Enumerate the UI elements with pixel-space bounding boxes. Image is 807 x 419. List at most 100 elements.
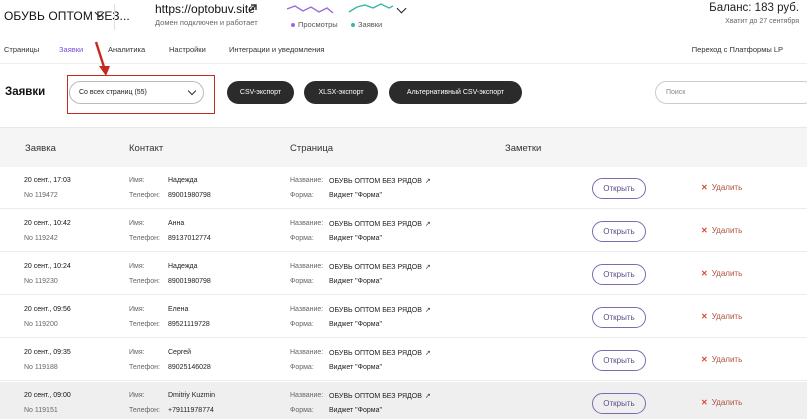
contact-phone: 89521119728	[168, 321, 210, 328]
close-icon: ✕	[701, 398, 708, 407]
stats-chevron-icon[interactable]	[396, 3, 407, 14]
page-title-label: Название:	[290, 263, 324, 270]
balance-sub-text: Хватит до 27 сентября	[725, 18, 799, 25]
lead-number: No 119230	[24, 278, 58, 285]
form-name: Виджет "Форма"	[329, 321, 382, 328]
contact-name: Надежда	[168, 177, 198, 184]
page-title: Заявки	[5, 86, 46, 98]
page-name: ОБУВЬ ОПТОМ БЕЗ РЯДОВ	[329, 307, 422, 314]
page-name: ОБУВЬ ОПТОМ БЕЗ РЯДОВ	[329, 178, 422, 185]
table-row[interactable]: 20 сент., 10:24 No 119230 Имя: Телефон: Наде…	[0, 253, 807, 295]
table-header: Заявка Контакт Страница Заметки	[0, 127, 807, 167]
close-icon: ✕	[701, 269, 708, 278]
form-name: Виджет "Форма"	[329, 235, 382, 242]
lead-date: 20 сент., 09:00	[24, 392, 71, 399]
page-name: ОБУВЬ ОПТОМ БЕЗ РЯДОВ	[329, 221, 422, 228]
page-title-label: Название:	[290, 220, 324, 227]
site-title[interactable]: ОБУВЬ ОПТОМ БЕЗ...	[4, 9, 130, 23]
page-link[interactable]: ОБУВЬ ОПТОМ БЕЗ РЯДОВ ↗	[329, 177, 431, 185]
open-lead-button[interactable]: Открыть	[592, 307, 646, 328]
external-link-icon: ↗	[424, 221, 431, 228]
legend-leads: Заявки	[351, 20, 382, 29]
contact-phone: 89137012774	[168, 235, 211, 242]
table-row[interactable]: 20 сент., 09:56 No 119200 Имя: Телефон: Елен…	[0, 296, 807, 338]
column-header-page: Страница	[290, 143, 334, 154]
alt-csv-export-button[interactable]: Альтернативный CSV-экспорт	[389, 81, 522, 104]
tab-settings[interactable]: Настройки	[169, 45, 206, 54]
page-link[interactable]: ОБУВЬ ОПТОМ БЕЗ РЯДОВ ↗	[329, 220, 431, 228]
lead-date: 20 сент., 17:03	[24, 177, 71, 184]
lead-number: No 119472	[24, 192, 58, 199]
header-divider	[114, 4, 115, 30]
page-name: ОБУВЬ ОПТОМ БЕЗ РЯДОВ	[329, 350, 422, 357]
platform-lp-link[interactable]: Переход с Платформы LP	[692, 45, 783, 54]
lead-number: No 119188	[24, 364, 58, 371]
name-label: Имя:	[129, 220, 145, 227]
phone-label: Телефон:	[129, 235, 160, 242]
page-title-label: Название:	[290, 392, 324, 399]
delete-lead-button[interactable]: ✕ Удалить	[701, 183, 742, 192]
table-row[interactable]: 20 сент., 17:03 No 119472 Имя: Телефон: Наде…	[0, 167, 807, 209]
lead-date: 20 сент., 10:24	[24, 263, 71, 270]
page-link[interactable]: ОБУВЬ ОПТОМ БЕЗ РЯДОВ ↗	[329, 349, 431, 357]
delete-label: Удалить	[711, 269, 743, 278]
table-row[interactable]: 20 сент., 10:42 No 119242 Имя: Телефон: Анна…	[0, 210, 807, 252]
form-label: Форма:	[290, 321, 314, 328]
page-name: ОБУВЬ ОПТОМ БЕЗ РЯДОВ	[329, 264, 422, 271]
delete-label: Удалить	[711, 183, 743, 192]
page-link[interactable]: ОБУВЬ ОПТОМ БЕЗ РЯДОВ ↗	[329, 306, 431, 314]
csv-export-button[interactable]: CSV-экспорт	[227, 81, 294, 104]
contact-phone: 89001980798	[168, 192, 211, 199]
page-name: ОБУВЬ ОПТОМ БЕЗ РЯДОВ	[329, 393, 422, 400]
table-row[interactable]: 20 сент., 09:00 No 119151 Имя: Телефон: Dmit…	[0, 382, 807, 419]
page-link[interactable]: ОБУВЬ ОПТОМ БЕЗ РЯДОВ ↗	[329, 263, 431, 271]
form-name: Виджет "Форма"	[329, 192, 382, 199]
highlight-annotation	[67, 75, 215, 114]
open-lead-button[interactable]: Открыть	[592, 221, 646, 242]
contact-phone: +79111978774	[168, 407, 214, 414]
xlsx-export-button[interactable]: XLSX-экспорт	[304, 81, 378, 104]
name-label: Имя:	[129, 392, 145, 399]
column-header-notes: Заметки	[505, 143, 542, 154]
open-lead-button[interactable]: Открыть	[592, 393, 646, 414]
page-link[interactable]: ОБУВЬ ОПТОМ БЕЗ РЯДОВ ↗	[329, 392, 431, 400]
external-link-icon[interactable]	[247, 3, 259, 13]
open-lead-button[interactable]: Открыть	[592, 178, 646, 199]
tab-analytics[interactable]: Аналитика	[108, 45, 145, 54]
lead-number: No 119200	[24, 321, 58, 328]
phone-label: Телефон:	[129, 278, 160, 285]
search-placeholder: Поиск	[666, 89, 686, 96]
views-dot-icon	[291, 23, 295, 28]
delete-label: Удалить	[711, 226, 743, 235]
form-label: Форма:	[290, 235, 314, 242]
form-name: Виджет "Форма"	[329, 407, 382, 414]
search-input[interactable]: Поиск	[655, 81, 807, 104]
lead-date: 20 сент., 10:42	[24, 220, 71, 227]
open-lead-button[interactable]: Открыть	[592, 350, 646, 371]
legend-views: Просмотры	[291, 20, 338, 29]
leads-table: Заявка Контакт Страница Заметки 20 сент.…	[0, 127, 807, 419]
delete-lead-button[interactable]: ✕ Удалить	[701, 269, 742, 278]
open-lead-button[interactable]: Открыть	[592, 264, 646, 285]
tab-integrations[interactable]: Интеграции и уведомления	[229, 45, 324, 54]
lead-date: 20 сент., 09:35	[24, 349, 71, 356]
delete-label: Удалить	[711, 355, 743, 364]
delete-lead-button[interactable]: ✕ Удалить	[701, 398, 742, 407]
delete-label: Удалить	[711, 398, 743, 407]
delete-label: Удалить	[711, 312, 743, 321]
column-header-contact: Контакт	[129, 143, 164, 154]
tab-pages[interactable]: Страницы	[4, 45, 39, 54]
form-label: Форма:	[290, 364, 314, 371]
close-icon: ✕	[701, 312, 708, 321]
table-row[interactable]: 20 сент., 09:35 No 119188 Имя: Телефон: Серг…	[0, 339, 807, 381]
delete-lead-button[interactable]: ✕ Удалить	[701, 312, 742, 321]
tab-leads[interactable]: Заявки	[59, 45, 83, 54]
contact-name: Dmitriy Kuzmin	[168, 392, 216, 399]
close-icon: ✕	[701, 226, 708, 235]
delete-lead-button[interactable]: ✕ Удалить	[701, 355, 742, 364]
site-url-link[interactable]: https://optobuv.site	[155, 2, 255, 16]
delete-lead-button[interactable]: ✕ Удалить	[701, 226, 742, 235]
contact-name: Елена	[168, 306, 189, 313]
site-status-text: Домен подключен и работает	[155, 18, 258, 27]
contact-name: Сергей	[168, 349, 192, 356]
